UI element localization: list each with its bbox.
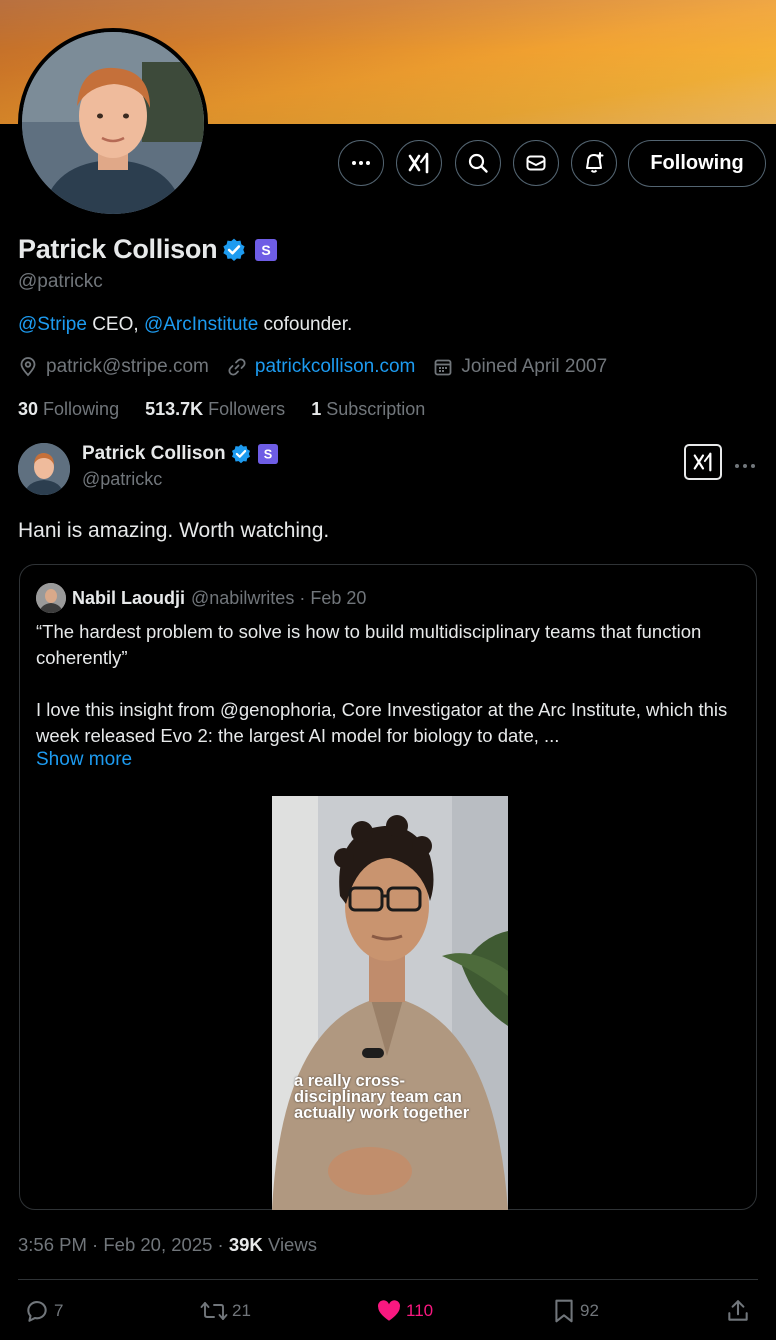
bio-text: cofounder. [258, 314, 353, 335]
show-more-link[interactable]: Show more [36, 749, 132, 771]
views-label: Views [267, 1234, 317, 1255]
calendar-icon [434, 359, 452, 376]
bookmark-button[interactable]: 92 [552, 1298, 599, 1324]
profile-website[interactable]: patrickcollison.com [227, 356, 416, 378]
tweet-header: Patrick Collison S @patrickc [18, 443, 278, 495]
profile-avatar[interactable] [18, 28, 208, 218]
video-caption: a really cross-disciplinary team can act… [294, 1072, 470, 1122]
tweet-actions: 7 21 110 92 [0, 1292, 776, 1332]
retweet-button[interactable]: 21 [200, 1298, 251, 1324]
tweet-time[interactable]: 3:56 PM [18, 1234, 87, 1255]
quoted-paragraph: I love this insight from @genophoria, Co… [36, 699, 728, 746]
bio-mention-stripe[interactable]: @Stripe [18, 314, 87, 335]
like-button[interactable]: 110 [376, 1298, 433, 1324]
profile-handle: @patrickc [18, 271, 103, 292]
reply-icon [27, 1301, 47, 1322]
quoted-author-avatar[interactable] [36, 583, 66, 613]
verified-badge-icon[interactable] [221, 237, 247, 263]
tweet-text: Hani is amazing. Worth watching. [18, 519, 330, 542]
following-count-link[interactable]: 30 Following [18, 399, 119, 420]
profile-name-row: Patrick Collison S [18, 234, 278, 265]
search-icon [468, 153, 488, 173]
grok-icon [408, 152, 429, 174]
tweet-timestamp: 3:56 PM · Feb 20, 2025 · 39K Views [18, 1234, 317, 1255]
quoted-separator: · [294, 587, 311, 608]
reply-count: 7 [54, 1301, 64, 1320]
profile-name: Patrick Collison [18, 234, 218, 264]
tweet-author-name[interactable]: Patrick Collison [82, 443, 226, 465]
tweet-author-avatar[interactable] [18, 443, 70, 495]
svg-text:S: S [262, 242, 271, 258]
more-options-button[interactable] [338, 140, 384, 186]
profile-joined: Joined April 2007 [433, 356, 607, 378]
message-button[interactable] [513, 140, 559, 186]
quoted-author-name: Nabil Laoudji [72, 587, 186, 608]
retweet-count: 21 [232, 1301, 251, 1320]
tweet-date[interactable]: Feb 20, 2025 [103, 1234, 212, 1255]
retweet-icon [200, 1302, 228, 1320]
profile-joined-date: Joined April 2007 [461, 356, 608, 377]
grok-icon [693, 452, 712, 472]
more-icon [735, 464, 755, 468]
profile-bio: @Stripe CEO, @ArcInstitute cofounder. [18, 314, 352, 336]
profile-email: patrick@stripe.com [46, 356, 209, 377]
search-button[interactable] [455, 140, 501, 186]
location-pin-icon [20, 357, 36, 377]
views-count: 39K [228, 1234, 263, 1255]
reply-button[interactable]: 7 [24, 1298, 63, 1324]
following-label: Following [43, 399, 120, 419]
more-icon [352, 161, 370, 165]
quoted-tweet-text: “The hardest problem to solve is how to … [36, 619, 736, 749]
quoted-author-handle: @nabilwrites [191, 587, 295, 608]
subscription-count-link[interactable]: 1 Subscription [311, 399, 425, 420]
svg-text:S: S [263, 447, 271, 462]
tweet-more-button[interactable] [734, 450, 756, 476]
tweet-author-info: Patrick Collison S @patrickc [82, 443, 278, 490]
tweet-author-handle[interactable]: @patrickc [82, 469, 278, 490]
quoted-tweet-header: Nabil Laoudji @nabilwrites · Feb 20 [36, 583, 366, 613]
following-button[interactable]: Following [628, 140, 766, 187]
stripe-badge-icon[interactable]: S [255, 238, 278, 261]
like-count: 110 [406, 1301, 434, 1320]
grok-explain-button[interactable] [684, 444, 722, 480]
divider [18, 1279, 758, 1280]
link-icon [228, 358, 246, 376]
quoted-paragraph: “The hardest problem to solve is how to … [36, 621, 702, 668]
profile-location: patrick@stripe.com [18, 356, 209, 378]
subscription-label: Subscription [326, 399, 426, 419]
bio-text: CEO, [86, 314, 144, 335]
bookmark-count: 92 [580, 1301, 599, 1320]
profile-avatar-image [22, 32, 204, 214]
message-icon [526, 155, 546, 171]
quoted-video[interactable]: a really cross-disciplinary team can act… [272, 796, 508, 1210]
stripe-badge-icon: S [257, 444, 278, 464]
followers-count-link[interactable]: 513.7K Followers [145, 399, 285, 420]
heart-icon [378, 1300, 401, 1321]
tweet-author-avatar-image [18, 443, 70, 495]
tweet-author-name-row: Patrick Collison S [82, 443, 278, 465]
video-thumbnail [272, 796, 508, 1210]
quoted-author-avatar-image [36, 583, 66, 613]
followers-count: 513.7K [145, 399, 204, 419]
profile-website-link[interactable]: patrickcollison.com [255, 356, 416, 378]
followers-label: Followers [208, 399, 286, 419]
quoted-tweet[interactable]: Nabil Laoudji @nabilwrites · Feb 20 “The… [19, 564, 757, 1210]
profile-meta: patrick@stripe.com patrickcollison.com J… [18, 356, 625, 378]
following-count: 30 [18, 399, 39, 419]
profile-stats: 30 Following 513.7K Followers 1 Subscrip… [18, 399, 451, 420]
notification-button[interactable] [571, 140, 617, 186]
subscription-count: 1 [311, 399, 322, 419]
bio-mention-arcinstitute[interactable]: @ArcInstitute [144, 314, 258, 335]
notification-bell-icon [586, 152, 604, 173]
share-button[interactable] [725, 1298, 755, 1324]
bookmark-icon [555, 1299, 573, 1323]
quoted-date: Feb 20 [310, 587, 367, 608]
grok-button[interactable] [396, 140, 442, 186]
share-icon [728, 1300, 748, 1321]
verified-badge-icon [231, 444, 250, 464]
